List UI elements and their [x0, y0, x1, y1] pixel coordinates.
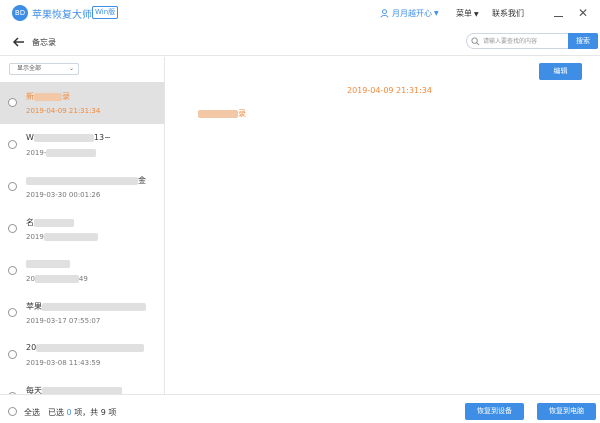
sub-header: 备忘录 搜索 — [0, 28, 600, 56]
note-date: 20 49 — [26, 275, 88, 283]
contact-us-link[interactable]: 联系我们 — [492, 8, 524, 19]
list-item[interactable]: 金 2019-03-30 00:01:26 — [0, 166, 164, 208]
checkbox[interactable] — [8, 224, 17, 233]
note-date: 2019-03-30 00:01:26 — [26, 191, 101, 199]
checkbox[interactable] — [8, 266, 17, 275]
user-menu[interactable]: 月月越开心 ▼ — [380, 8, 439, 19]
list-item[interactable]: 每天 — [0, 376, 164, 394]
total-count: 9 — [100, 408, 106, 417]
app-logo-icon: BD — [12, 5, 28, 21]
note-title: 金 — [26, 175, 146, 186]
note-title: 新录 — [26, 92, 70, 101]
edit-button[interactable]: 编辑 — [539, 63, 582, 80]
note-date: 2019- — [26, 149, 97, 157]
edition-badge: Win版 — [92, 6, 119, 19]
checkbox[interactable] — [8, 140, 17, 149]
select-all-checkbox[interactable] — [8, 407, 17, 416]
app-title: 苹果恢复大师 — [32, 10, 92, 21]
chevron-down-icon: ⌄ — [68, 65, 74, 72]
notes-list: 新录 2019-04-09 21:31:34 W 13~ 2019- 金 2019… — [0, 82, 164, 394]
note-date: 2019-03-17 07:55:07 — [26, 317, 101, 325]
selection-summary: 已选 0 项，共 9 项 — [48, 408, 117, 417]
footer-bar: 全选 已选 0 项，共 9 项 恢复到设备 恢复到电脑 — [0, 394, 600, 423]
chevron-down-icon: ▼ — [474, 11, 479, 18]
user-icon — [380, 9, 389, 18]
note-detail-title: 录 — [198, 108, 246, 119]
list-item[interactable]: 名 2019 — [0, 208, 164, 250]
chevron-down-icon: ▼ — [434, 10, 439, 17]
note-title: W 13~ — [26, 133, 111, 142]
restore-to-device-button[interactable]: 恢复到设备 — [465, 403, 524, 420]
title-bar: BD 苹果恢复大师 Win版 月月越开心 ▼ 菜单 ▼ 联系我们 ✕ — [0, 0, 600, 26]
back-arrow-icon[interactable] — [12, 35, 26, 49]
checkbox[interactable] — [8, 98, 17, 107]
notes-list-panel: 显示全部 ⌄ 新录 2019-04-09 21:31:34 W 13~ 2019-… — [0, 57, 165, 394]
note-date: 2019-03-08 11:43:59 — [26, 359, 101, 367]
list-item[interactable]: W 13~ 2019- — [0, 124, 164, 166]
note-title: 20 — [26, 343, 145, 352]
close-icon[interactable]: ✕ — [576, 6, 590, 20]
checkbox[interactable] — [8, 350, 17, 359]
user-name: 月月越开心 — [392, 9, 432, 18]
page-title: 备忘录 — [32, 38, 56, 47]
note-title: 名 — [26, 217, 74, 228]
filter-dropdown[interactable]: 显示全部 ⌄ — [9, 63, 79, 75]
note-title: 苹果 — [26, 301, 146, 312]
note-detail-panel: 编辑 2019-04-09 21:31:34 录 — [166, 57, 600, 394]
selected-count: 0 — [66, 408, 72, 417]
filter-selected: 显示全部 — [17, 65, 42, 72]
note-detail-date: 2019-04-09 21:31:34 — [347, 86, 432, 95]
search-button[interactable]: 搜索 — [568, 33, 598, 49]
search-icon — [471, 37, 480, 46]
note-title — [26, 259, 70, 268]
list-item[interactable]: 新录 2019-04-09 21:31:34 — [0, 82, 164, 124]
select-all-label[interactable]: 全选 — [24, 407, 40, 418]
list-item[interactable]: 20 49 — [0, 250, 164, 292]
note-title: 每天 — [26, 385, 122, 394]
note-date: 2019-04-09 21:31:34 — [26, 107, 101, 115]
minimize-icon[interactable] — [552, 8, 566, 20]
menu-label: 菜单 — [456, 9, 472, 18]
note-date: 2019 — [26, 233, 98, 241]
search-box[interactable] — [466, 33, 570, 49]
checkbox[interactable] — [8, 308, 17, 317]
list-item[interactable]: 苹果 2019-03-17 07:55:07 — [0, 292, 164, 334]
search-input[interactable] — [483, 35, 567, 47]
restore-to-pc-button[interactable]: 恢复到电脑 — [537, 403, 596, 420]
menu-button[interactable]: 菜单 ▼ — [456, 8, 479, 19]
list-item[interactable]: 20 2019-03-08 11:43:59 — [0, 334, 164, 376]
checkbox[interactable] — [8, 182, 17, 191]
